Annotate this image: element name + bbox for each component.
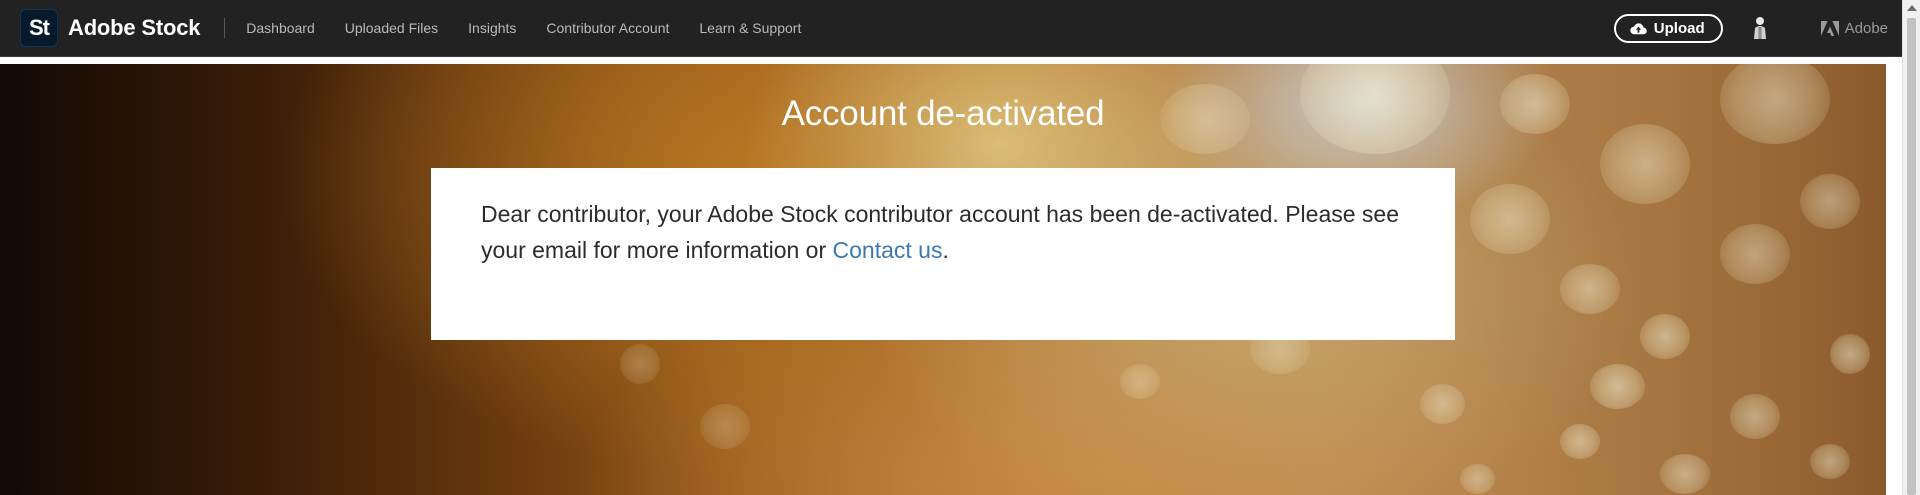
vertical-scrollbar[interactable]: [1902, 0, 1920, 495]
notice-card: Dear contributor, your Adobe Stock contr…: [431, 168, 1455, 340]
nav-item-dashboard[interactable]: Dashboard: [246, 20, 315, 36]
nav-item-learn-support[interactable]: Learn & Support: [699, 20, 801, 36]
notice-text-end: .: [942, 237, 949, 263]
cloud-upload-icon: [1630, 22, 1647, 34]
notice-message: Dear contributor, your Adobe Stock contr…: [481, 196, 1405, 268]
upload-button[interactable]: Upload: [1613, 13, 1723, 43]
nav-item-uploaded-files[interactable]: Uploaded Files: [345, 20, 438, 36]
nav-item-contributor-account[interactable]: Contributor Account: [546, 20, 669, 36]
adobe-link[interactable]: Adobe: [1820, 19, 1888, 37]
contact-us-link[interactable]: Contact us: [833, 237, 943, 263]
scroll-up-arrow-icon[interactable]: [1907, 5, 1917, 11]
adobe-label: Adobe: [1844, 19, 1888, 37]
nav-item-insights[interactable]: Insights: [468, 20, 516, 36]
brand-divider: [224, 18, 226, 38]
adobe-stock-logo-icon: St: [20, 9, 58, 47]
upload-button-label: Upload: [1653, 19, 1705, 37]
scroll-thumb[interactable]: [1907, 18, 1916, 495]
adobe-logo-icon: [1820, 20, 1839, 36]
page-title: Account de-activated: [781, 94, 1105, 133]
header-actions: Upload Adobe: [1613, 13, 1888, 43]
top-navigation-bar: St Adobe Stock Dashboard Uploaded Files …: [0, 0, 1902, 57]
main-nav: Dashboard Uploaded Files Insights Contri…: [246, 20, 831, 36]
brand-name: Adobe Stock: [68, 15, 201, 40]
brand[interactable]: St Adobe Stock: [20, 9, 200, 47]
app-window: St Adobe Stock Dashboard Uploaded Files …: [0, 0, 1920, 495]
user-avatar-icon[interactable]: [1749, 15, 1771, 41]
